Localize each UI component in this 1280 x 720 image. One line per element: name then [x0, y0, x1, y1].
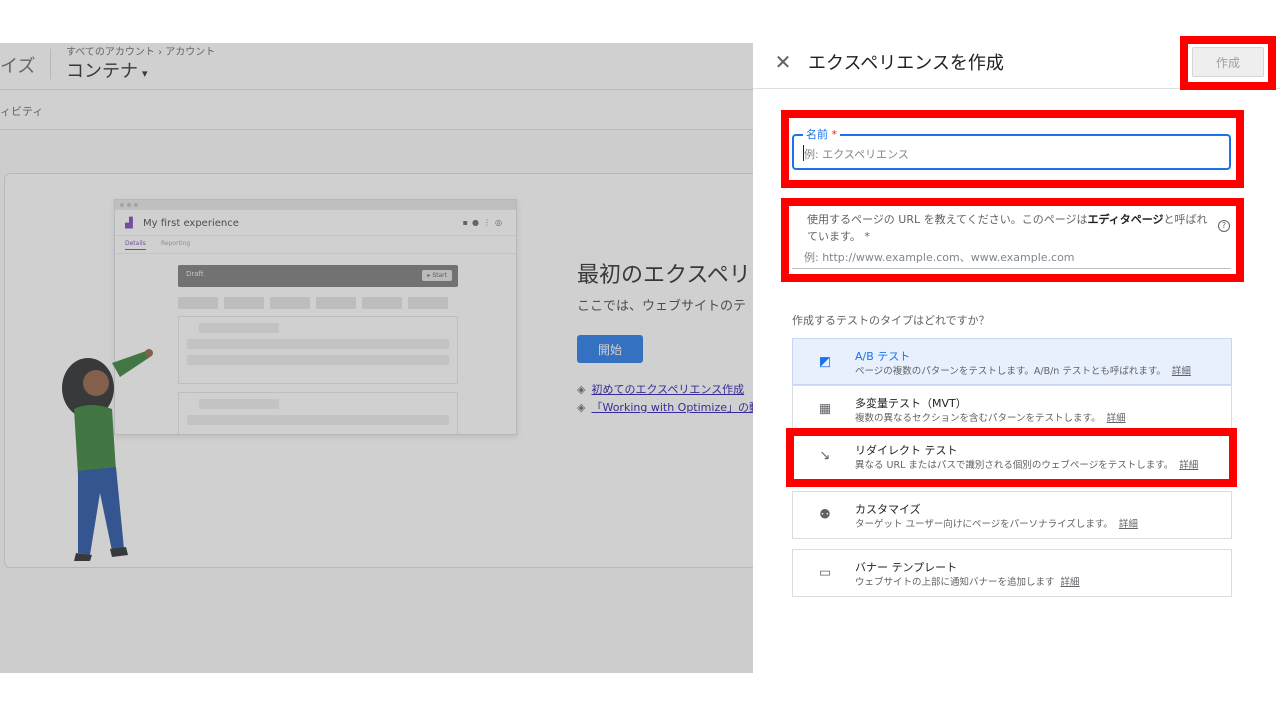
- panel-title: エクスペリエンスを作成: [808, 53, 1004, 74]
- url-field-description: 使用するページの URL を教えてください。このページはエディタページと呼ばれて…: [807, 213, 1208, 243]
- mvt-grid-icon: ▦: [818, 401, 832, 416]
- test-type-name: 多変量テスト（MVT）: [855, 397, 967, 410]
- redirect-icon: ↘: [819, 448, 831, 464]
- learn-more-link[interactable]: 詳細: [1119, 519, 1138, 530]
- test-type-desc: 複数の異なるセクションを含むパターンをテストします。 詳細: [855, 413, 1126, 424]
- close-icon[interactable]: ✕: [771, 48, 795, 76]
- test-type-banner-template[interactable]: ▭ バナー テンプレート ウェブサイトの上部に通知バナーを追加します 詳細: [792, 549, 1232, 597]
- test-type-personalization[interactable]: ⚉ カスタマイズ ターゲット ユーザー向けにページをパーソナライズします。 詳細: [792, 491, 1232, 539]
- test-type-name: カスタマイズ: [855, 503, 921, 516]
- learn-more-link[interactable]: 詳細: [1107, 413, 1126, 424]
- test-type-name: リダイレクト テスト: [855, 444, 958, 457]
- test-type-ab[interactable]: ◩ A/B テスト ページの複数のパターンをテストします。A/B/n テストとも…: [792, 338, 1232, 385]
- test-type-name: A/B テスト: [855, 350, 911, 363]
- test-type-mvt[interactable]: ▦ 多変量テスト（MVT） 複数の異なるセクションを含むパターンをテストします。…: [792, 385, 1232, 432]
- create-button[interactable]: 作成: [1192, 47, 1264, 77]
- test-type-name: バナー テンプレート: [855, 561, 958, 574]
- test-type-desc: ページの複数のパターンをテストします。A/B/n テストとも呼ばれます。 詳細: [855, 366, 1191, 377]
- panel-header-divider: [753, 88, 1280, 89]
- test-type-desc: 異なる URL またはパスで識別される個別のウェブページをテストします。 詳細: [855, 460, 1199, 471]
- url-field-underline: [792, 268, 1231, 269]
- test-type-question: 作成するテストのタイプはどれですか？: [792, 314, 990, 327]
- name-field-label: 名前 *: [803, 126, 840, 142]
- test-type-redirect[interactable]: ↘ リダイレクト テスト 異なる URL またはパスで識別される個別のウェブペー…: [792, 432, 1232, 480]
- banner-icon: ▭: [818, 565, 832, 581]
- name-input[interactable]: [804, 146, 1214, 162]
- learn-more-link[interactable]: 詳細: [1179, 460, 1198, 471]
- ab-test-icon: ◩: [818, 354, 832, 369]
- learn-more-link[interactable]: 詳細: [1061, 577, 1080, 588]
- editor-page-url-input[interactable]: [804, 249, 1214, 265]
- help-icon[interactable]: ?: [1218, 220, 1230, 232]
- learn-more-link[interactable]: 詳細: [1172, 366, 1191, 377]
- test-type-desc: ウェブサイトの上部に通知バナーを追加します 詳細: [855, 577, 1080, 588]
- personalize-icon: ⚉: [819, 507, 831, 523]
- modal-scrim[interactable]: [0, 43, 753, 673]
- test-type-desc: ターゲット ユーザー向けにページをパーソナライズします。 詳細: [855, 519, 1138, 530]
